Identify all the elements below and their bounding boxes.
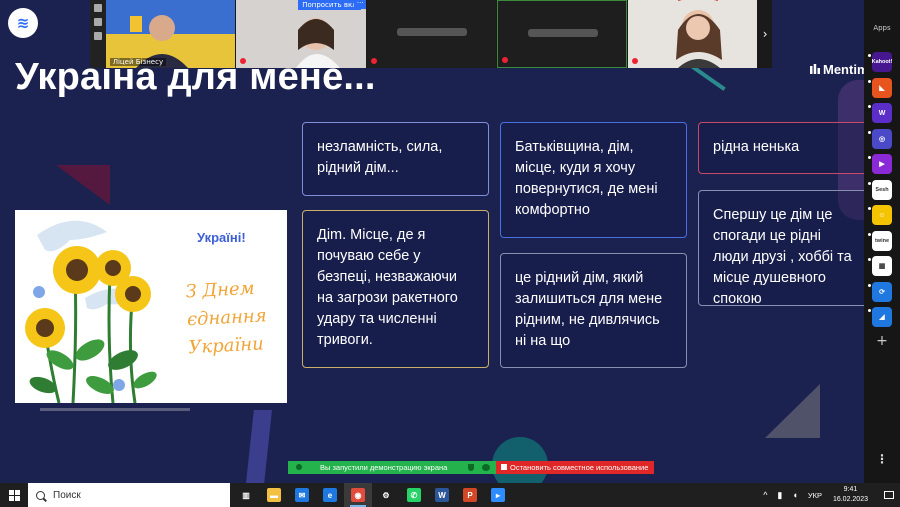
sync-app-icon[interactable]: ⟳: [868, 281, 892, 302]
play-app-icon[interactable]: ▶: [868, 154, 892, 174]
stop-icon: [501, 464, 507, 470]
edge-taskbar-button[interactable]: e: [316, 483, 344, 507]
clock[interactable]: 9:41 16.02.2023: [833, 485, 868, 505]
video-tile[interactable]: Попросить вкл ···: [236, 0, 366, 68]
powerpoint-icon: P: [463, 488, 477, 502]
task-view-taskbar-button[interactable]: ▥: [232, 483, 260, 507]
mail-taskbar-button[interactable]: ✉: [288, 483, 316, 507]
twine-icon[interactable]: twine: [868, 230, 892, 251]
minimize-icon[interactable]: [93, 4, 102, 12]
file-explorer-icon: ▬: [267, 488, 281, 502]
chrome-taskbar-button[interactable]: ◉: [344, 483, 372, 507]
screen-share-banner: Вы запустили демонстрацию экрана Останов…: [288, 461, 654, 474]
zoom-taskbar-button[interactable]: ▸: [484, 483, 512, 507]
answer-card: Спершу це дім це спогади це рідні люди д…: [698, 190, 864, 307]
share-status: Вы запустили демонстрацию экрана: [288, 461, 496, 474]
answer-card: незламність, сила, рідний дім...: [302, 122, 489, 196]
decor-bar: [246, 410, 272, 483]
decor-triangle: [765, 384, 820, 438]
apps-sidebar: Apps Kahoot! ◣ W ◎ ▶ Sesh ☺ twine ▦ ⟳ ◢ + ⋮: [864, 0, 900, 483]
decor-line: [40, 408, 190, 411]
answer-card: Батьківщина, дім, місце, куди я хочу пов…: [500, 122, 687, 238]
system-tray: ^ ▮ ◖ УКР 9:41 16.02.2023: [758, 483, 900, 507]
poster-greeting: З Днем єднання України: [185, 277, 268, 359]
clock-date: 16.02.2023: [832, 496, 868, 503]
language-indicator[interactable]: УКР: [808, 491, 822, 500]
blurred-participant-name: [396, 28, 467, 36]
edge-icon: e: [323, 488, 337, 502]
answer-card: рідна ненька: [698, 122, 864, 174]
strip-view-controls[interactable]: [90, 0, 106, 68]
powerpoint-taskbar-button[interactable]: P: [456, 483, 484, 507]
blue-app-icon[interactable]: ◢: [868, 307, 892, 327]
search-icon: [36, 490, 45, 500]
muted-mic-icon: [370, 58, 377, 64]
microphone-icon[interactable]: ▮: [777, 490, 782, 501]
taskbar-search[interactable]: Поиск: [28, 483, 230, 507]
sunflower-poster: Україні! З Днем єднання України: [15, 210, 287, 403]
word-taskbar-button[interactable]: W: [428, 483, 456, 507]
grid-app-icon[interactable]: ▦: [868, 256, 892, 276]
chrome-icon: ◉: [351, 488, 365, 502]
muted-mic-icon: [631, 58, 638, 64]
whatsapp-taskbar-button[interactable]: ✆: [400, 483, 428, 507]
notification-button[interactable]: [878, 483, 900, 507]
chevron-up-icon[interactable]: ^: [763, 490, 767, 500]
sesh-icon[interactable]: Sesh: [868, 179, 892, 200]
view-icon[interactable]: [93, 18, 102, 26]
decor-triangle: [56, 165, 110, 205]
participant-video: [627, 0, 758, 68]
mentimeter-logo: Mentim: [810, 62, 864, 77]
translate-logo-icon[interactable]: ≋: [8, 8, 38, 38]
participant-name: Ліцей Бізнесу: [109, 58, 167, 66]
muted-mic-icon: [502, 57, 509, 63]
video-tile[interactable]: [366, 0, 497, 68]
status-icon: [482, 464, 490, 471]
volume-icon[interactable]: ◖: [792, 490, 797, 500]
answer-card: Діm. Місце, де я почуваю себе у безпеці,…: [302, 210, 489, 368]
settings-taskbar-button[interactable]: ⚙: [372, 483, 400, 507]
answer-card: це рідний дім, який залишиться для мене …: [500, 253, 687, 368]
stop-share-button[interactable]: Остановить совместное использование: [496, 461, 654, 474]
presentation-slide: ≋ Україна для мене... Mentim Україні! З …: [0, 0, 864, 483]
apps-title: Apps: [873, 24, 891, 32]
kahoot-icon[interactable]: Kahoot!: [868, 52, 892, 72]
start-button[interactable]: [0, 483, 28, 507]
grid-view-icon[interactable]: [93, 32, 102, 40]
blurred-participant-name: [528, 29, 599, 37]
video-tile[interactable]: [627, 0, 758, 68]
video-tile[interactable]: [497, 0, 627, 68]
more-options-button[interactable]: ···: [354, 0, 366, 9]
raise-hand-button[interactable]: Попросить вкл: [298, 0, 361, 10]
video-tile[interactable]: Ліцей Бізнесу: [105, 0, 236, 68]
task-view-icon: ▥: [242, 490, 250, 500]
add-app-button[interactable]: +: [864, 333, 900, 349]
windows-taskbar: Поиск ▥ ▬ ✉ e ◉ ⚙ ✆ W P ▸ ^ ▮ ◖ УКР 9:41 16.02.20…: [0, 483, 900, 507]
target-app-icon[interactable]: ◎: [868, 128, 892, 149]
mail-icon: ✉: [295, 488, 309, 502]
decor-circle: [492, 437, 548, 483]
clock-time: 9:41: [843, 486, 858, 493]
poster-heading: Україні!: [197, 230, 246, 245]
whatsapp-icon: ✆: [407, 488, 421, 502]
windows-logo-icon: [8, 489, 20, 501]
mentimeter-icon: [810, 64, 820, 74]
video-participant-strip: Ліцей Бізнесу Попросить вкл ··· ›: [90, 0, 772, 68]
search-placeholder: Поиск: [53, 489, 81, 501]
participant-video: [236, 0, 366, 68]
flag-app-icon[interactable]: ◣: [868, 77, 892, 98]
settings-icon: ⚙: [382, 490, 390, 500]
zoom-icon: ▸: [491, 488, 505, 502]
phone-icon: [296, 464, 302, 470]
file-explorer-taskbar-button[interactable]: ▬: [260, 483, 288, 507]
word-icon: W: [435, 488, 449, 502]
wordwall-icon[interactable]: W: [868, 103, 892, 123]
next-page-button[interactable]: ›: [758, 0, 772, 68]
shield-icon: [468, 464, 474, 471]
smile-app-icon[interactable]: ☺: [868, 205, 892, 225]
apps-menu-button[interactable]: ⋮: [864, 452, 900, 466]
notification-icon: [884, 491, 894, 499]
